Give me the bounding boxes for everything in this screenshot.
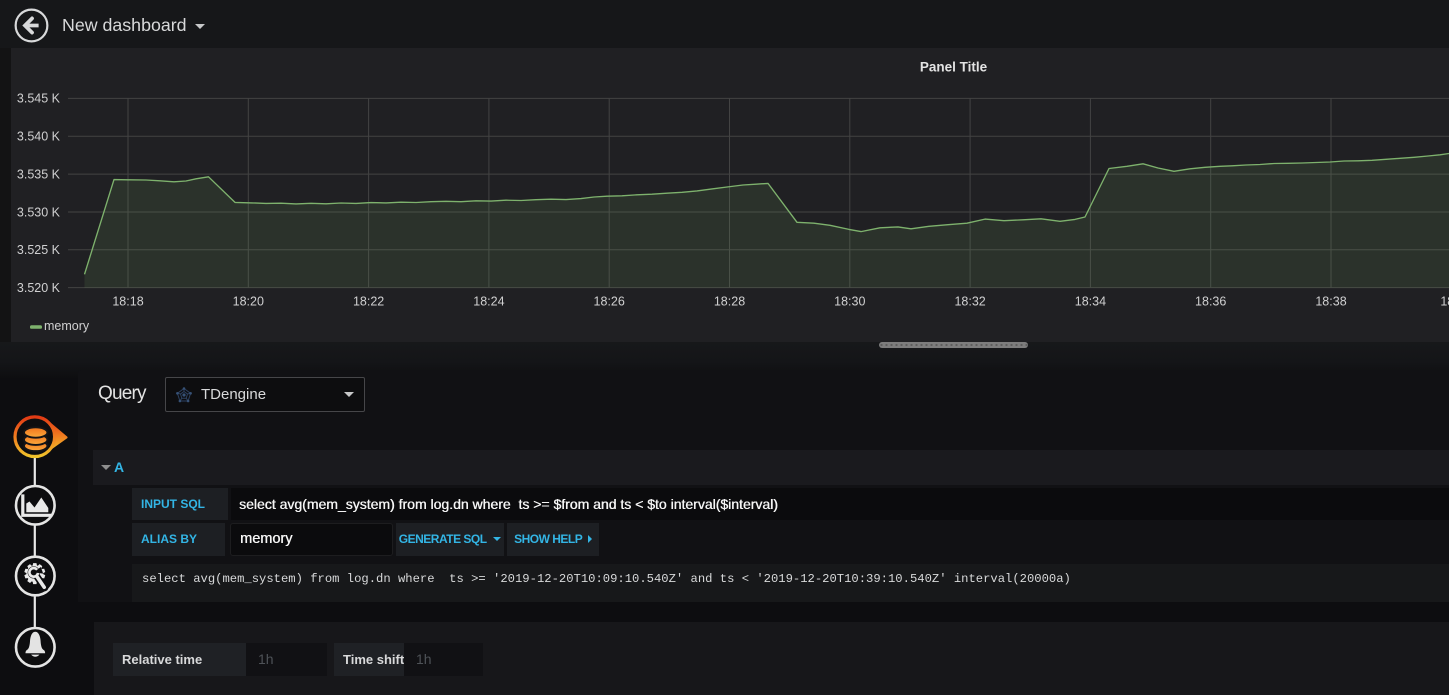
svg-text:18:22: 18:22 <box>353 295 384 309</box>
svg-text:3.520 K: 3.520 K <box>17 281 61 295</box>
svg-text:18:36: 18:36 <box>1195 295 1226 309</box>
svg-text:3.525 K: 3.525 K <box>17 243 61 257</box>
svg-text:18:30: 18:30 <box>834 295 865 309</box>
svg-text:18:20: 18:20 <box>233 295 264 309</box>
svg-text:18:26: 18:26 <box>594 295 625 309</box>
svg-text:18:4: 18:4 <box>1440 295 1449 309</box>
svg-text:18:38: 18:38 <box>1315 295 1346 309</box>
svg-text:memory: memory <box>44 319 90 333</box>
svg-text:18:24: 18:24 <box>473 295 504 309</box>
svg-text:3.530 K: 3.530 K <box>17 205 61 219</box>
svg-text:18:18: 18:18 <box>112 295 143 309</box>
svg-text:3.540 K: 3.540 K <box>17 130 61 144</box>
svg-text:18:32: 18:32 <box>954 295 985 309</box>
svg-text:18:28: 18:28 <box>714 295 745 309</box>
svg-text:3.535 K: 3.535 K <box>17 167 61 181</box>
svg-text:3.545 K: 3.545 K <box>17 92 61 106</box>
svg-text:18:34: 18:34 <box>1075 295 1106 309</box>
svg-text:Panel Title: Panel Title <box>920 60 988 75</box>
